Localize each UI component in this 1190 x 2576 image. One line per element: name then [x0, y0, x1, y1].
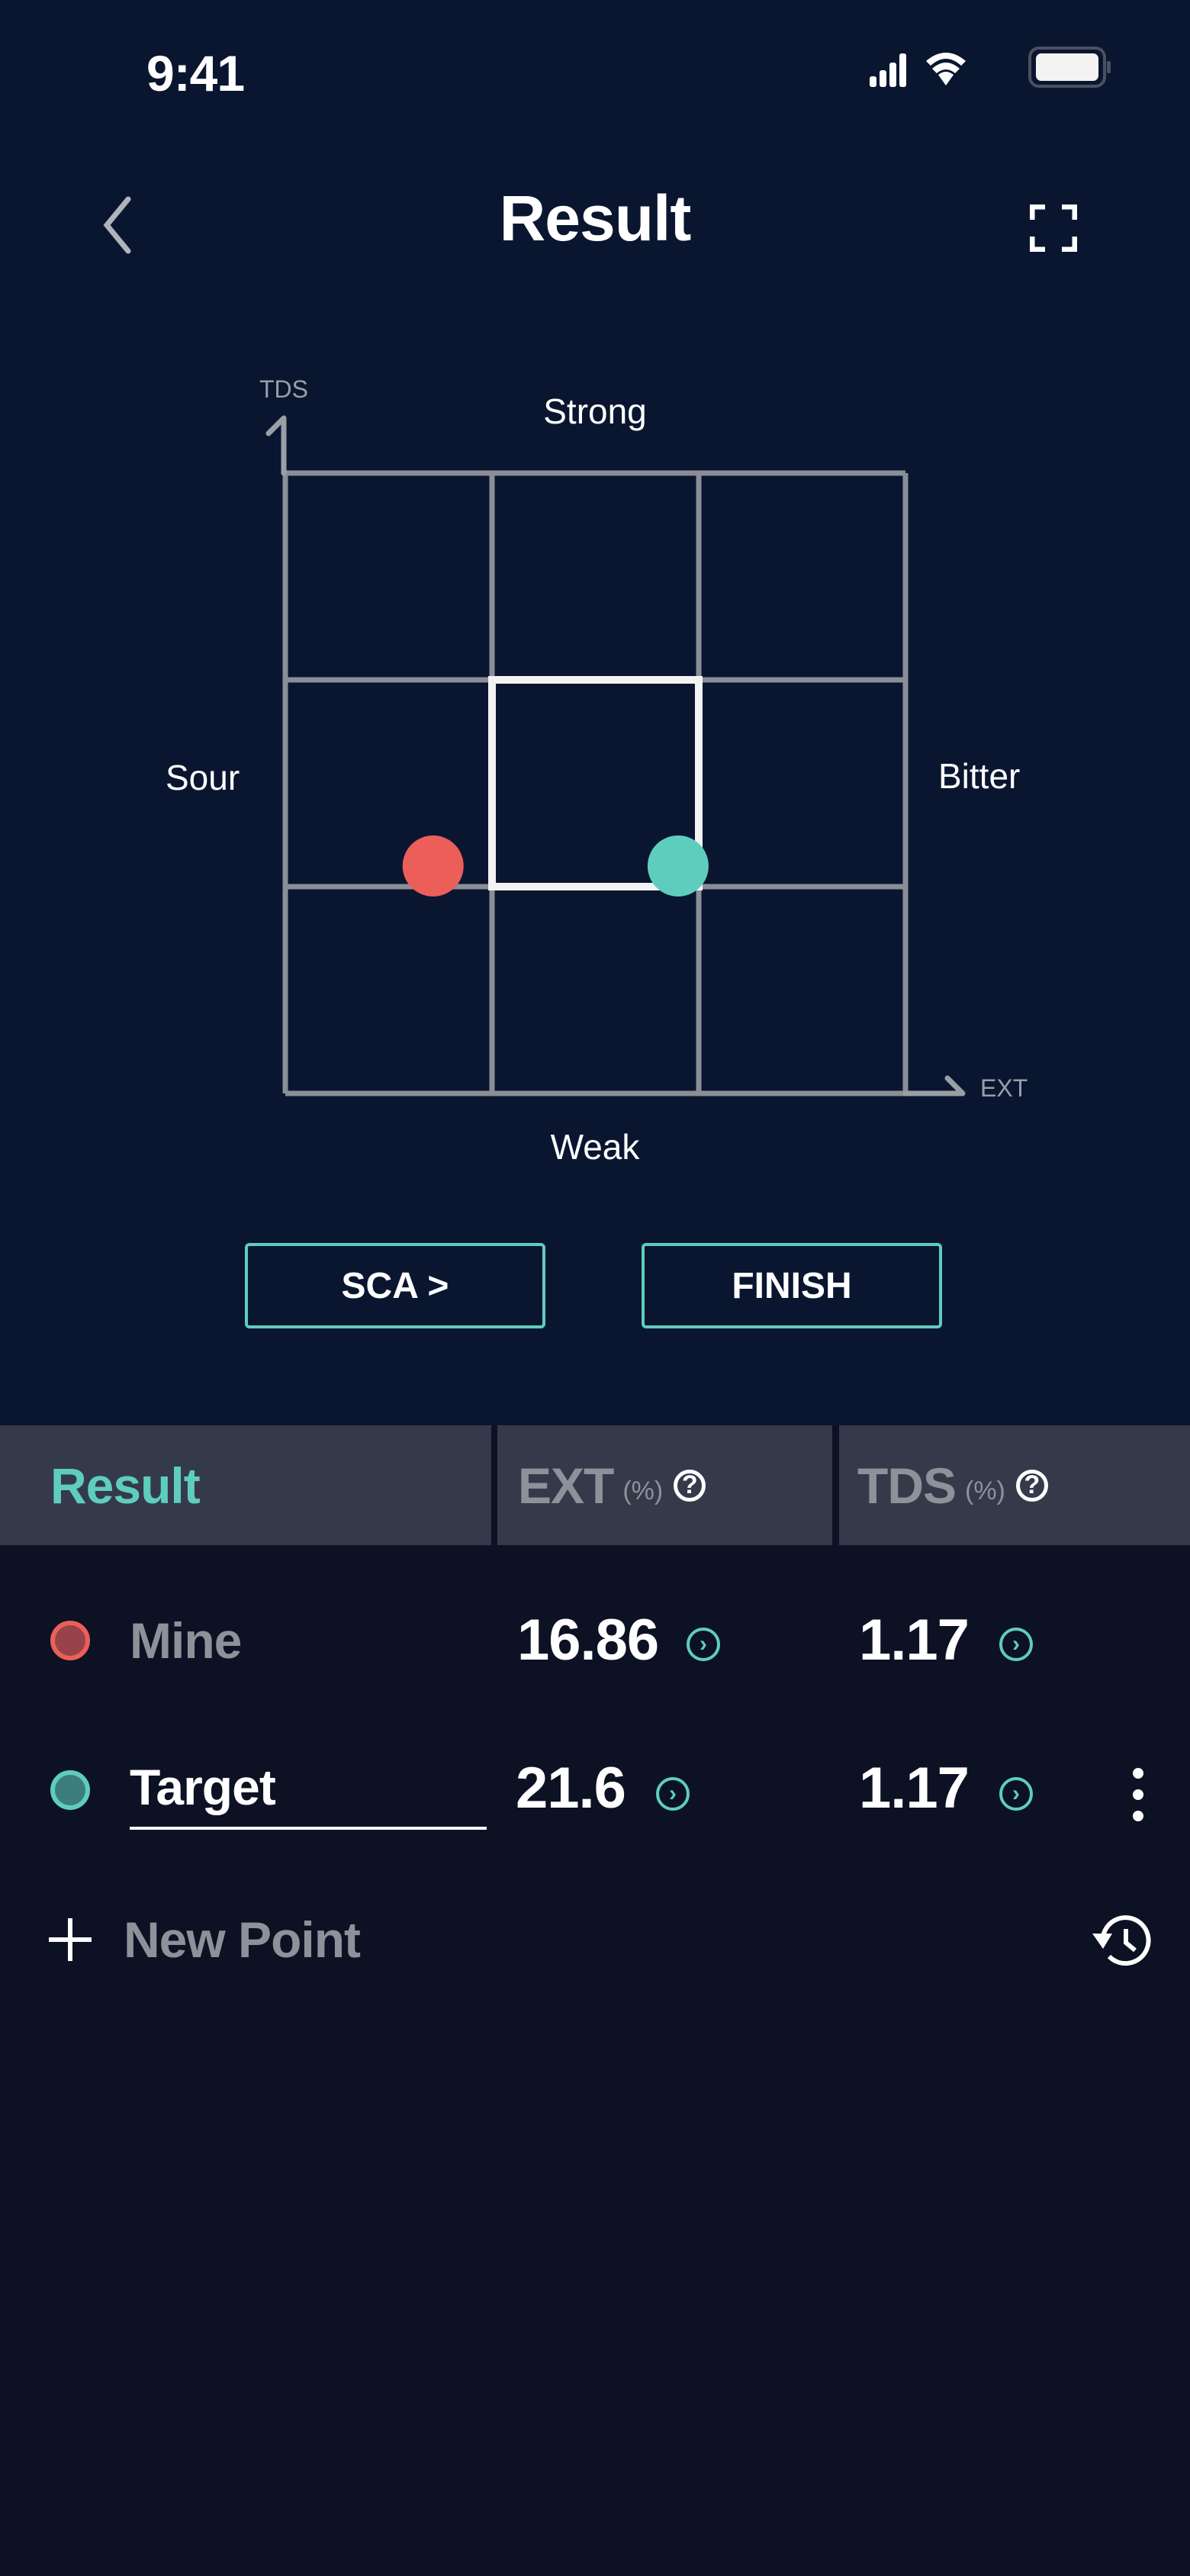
label-weak: Weak [550, 1127, 640, 1167]
new-point-button[interactable]: New Point [124, 1911, 361, 1969]
chart-grid [282, 470, 909, 1096]
header-ext: EXT (%) ? [497, 1425, 832, 1545]
chevron-right-circle-icon[interactable]: › [999, 1777, 1033, 1811]
sca-button[interactable]: SCA > [245, 1243, 545, 1328]
chevron-right-circle-icon[interactable]: › [999, 1628, 1033, 1661]
more-vertical-icon[interactable] [1126, 1767, 1150, 1822]
chevron-right-circle-icon[interactable]: › [656, 1777, 690, 1811]
label-sour: Sour [166, 758, 240, 797]
x-axis-arrow [902, 1075, 966, 1096]
target-tds-value: 1.17 [859, 1756, 970, 1821]
header-ext-label: EXT [518, 1457, 614, 1514]
row-target-name-input[interactable]: Target [130, 1758, 487, 1830]
plus-icon[interactable] [47, 1917, 93, 1963]
header-result-label: Result [50, 1457, 201, 1514]
header-tds: TDS (%) ? [839, 1425, 1190, 1545]
header-tds-label: TDS [857, 1457, 957, 1514]
mine-ext-value: 16.86 [517, 1608, 659, 1673]
mine-tds-value: 1.17 [859, 1608, 970, 1673]
header-result: Result [0, 1425, 491, 1545]
brew-chart [265, 415, 966, 1096]
x-axis-label: EXT [980, 1074, 1028, 1102]
label-strong: Strong [543, 391, 647, 431]
finish-button[interactable]: FINISH [642, 1243, 942, 1328]
target-color-dot [50, 1770, 90, 1810]
help-icon[interactable]: ? [674, 1469, 706, 1502]
help-icon[interactable]: ? [1015, 1469, 1048, 1502]
point-target [647, 835, 709, 897]
label-bitter: Bitter [938, 756, 1021, 796]
point-mine [402, 835, 464, 897]
row-mine-label[interactable]: Mine [130, 1612, 242, 1670]
target-ext-value: 21.6 [516, 1756, 626, 1821]
header-ext-unit: (%) [622, 1476, 664, 1505]
mine-color-dot [50, 1621, 90, 1660]
history-icon[interactable] [1086, 1914, 1155, 1969]
header-tds-unit: (%) [965, 1476, 1005, 1505]
chevron-right-circle-icon[interactable]: › [687, 1628, 720, 1661]
